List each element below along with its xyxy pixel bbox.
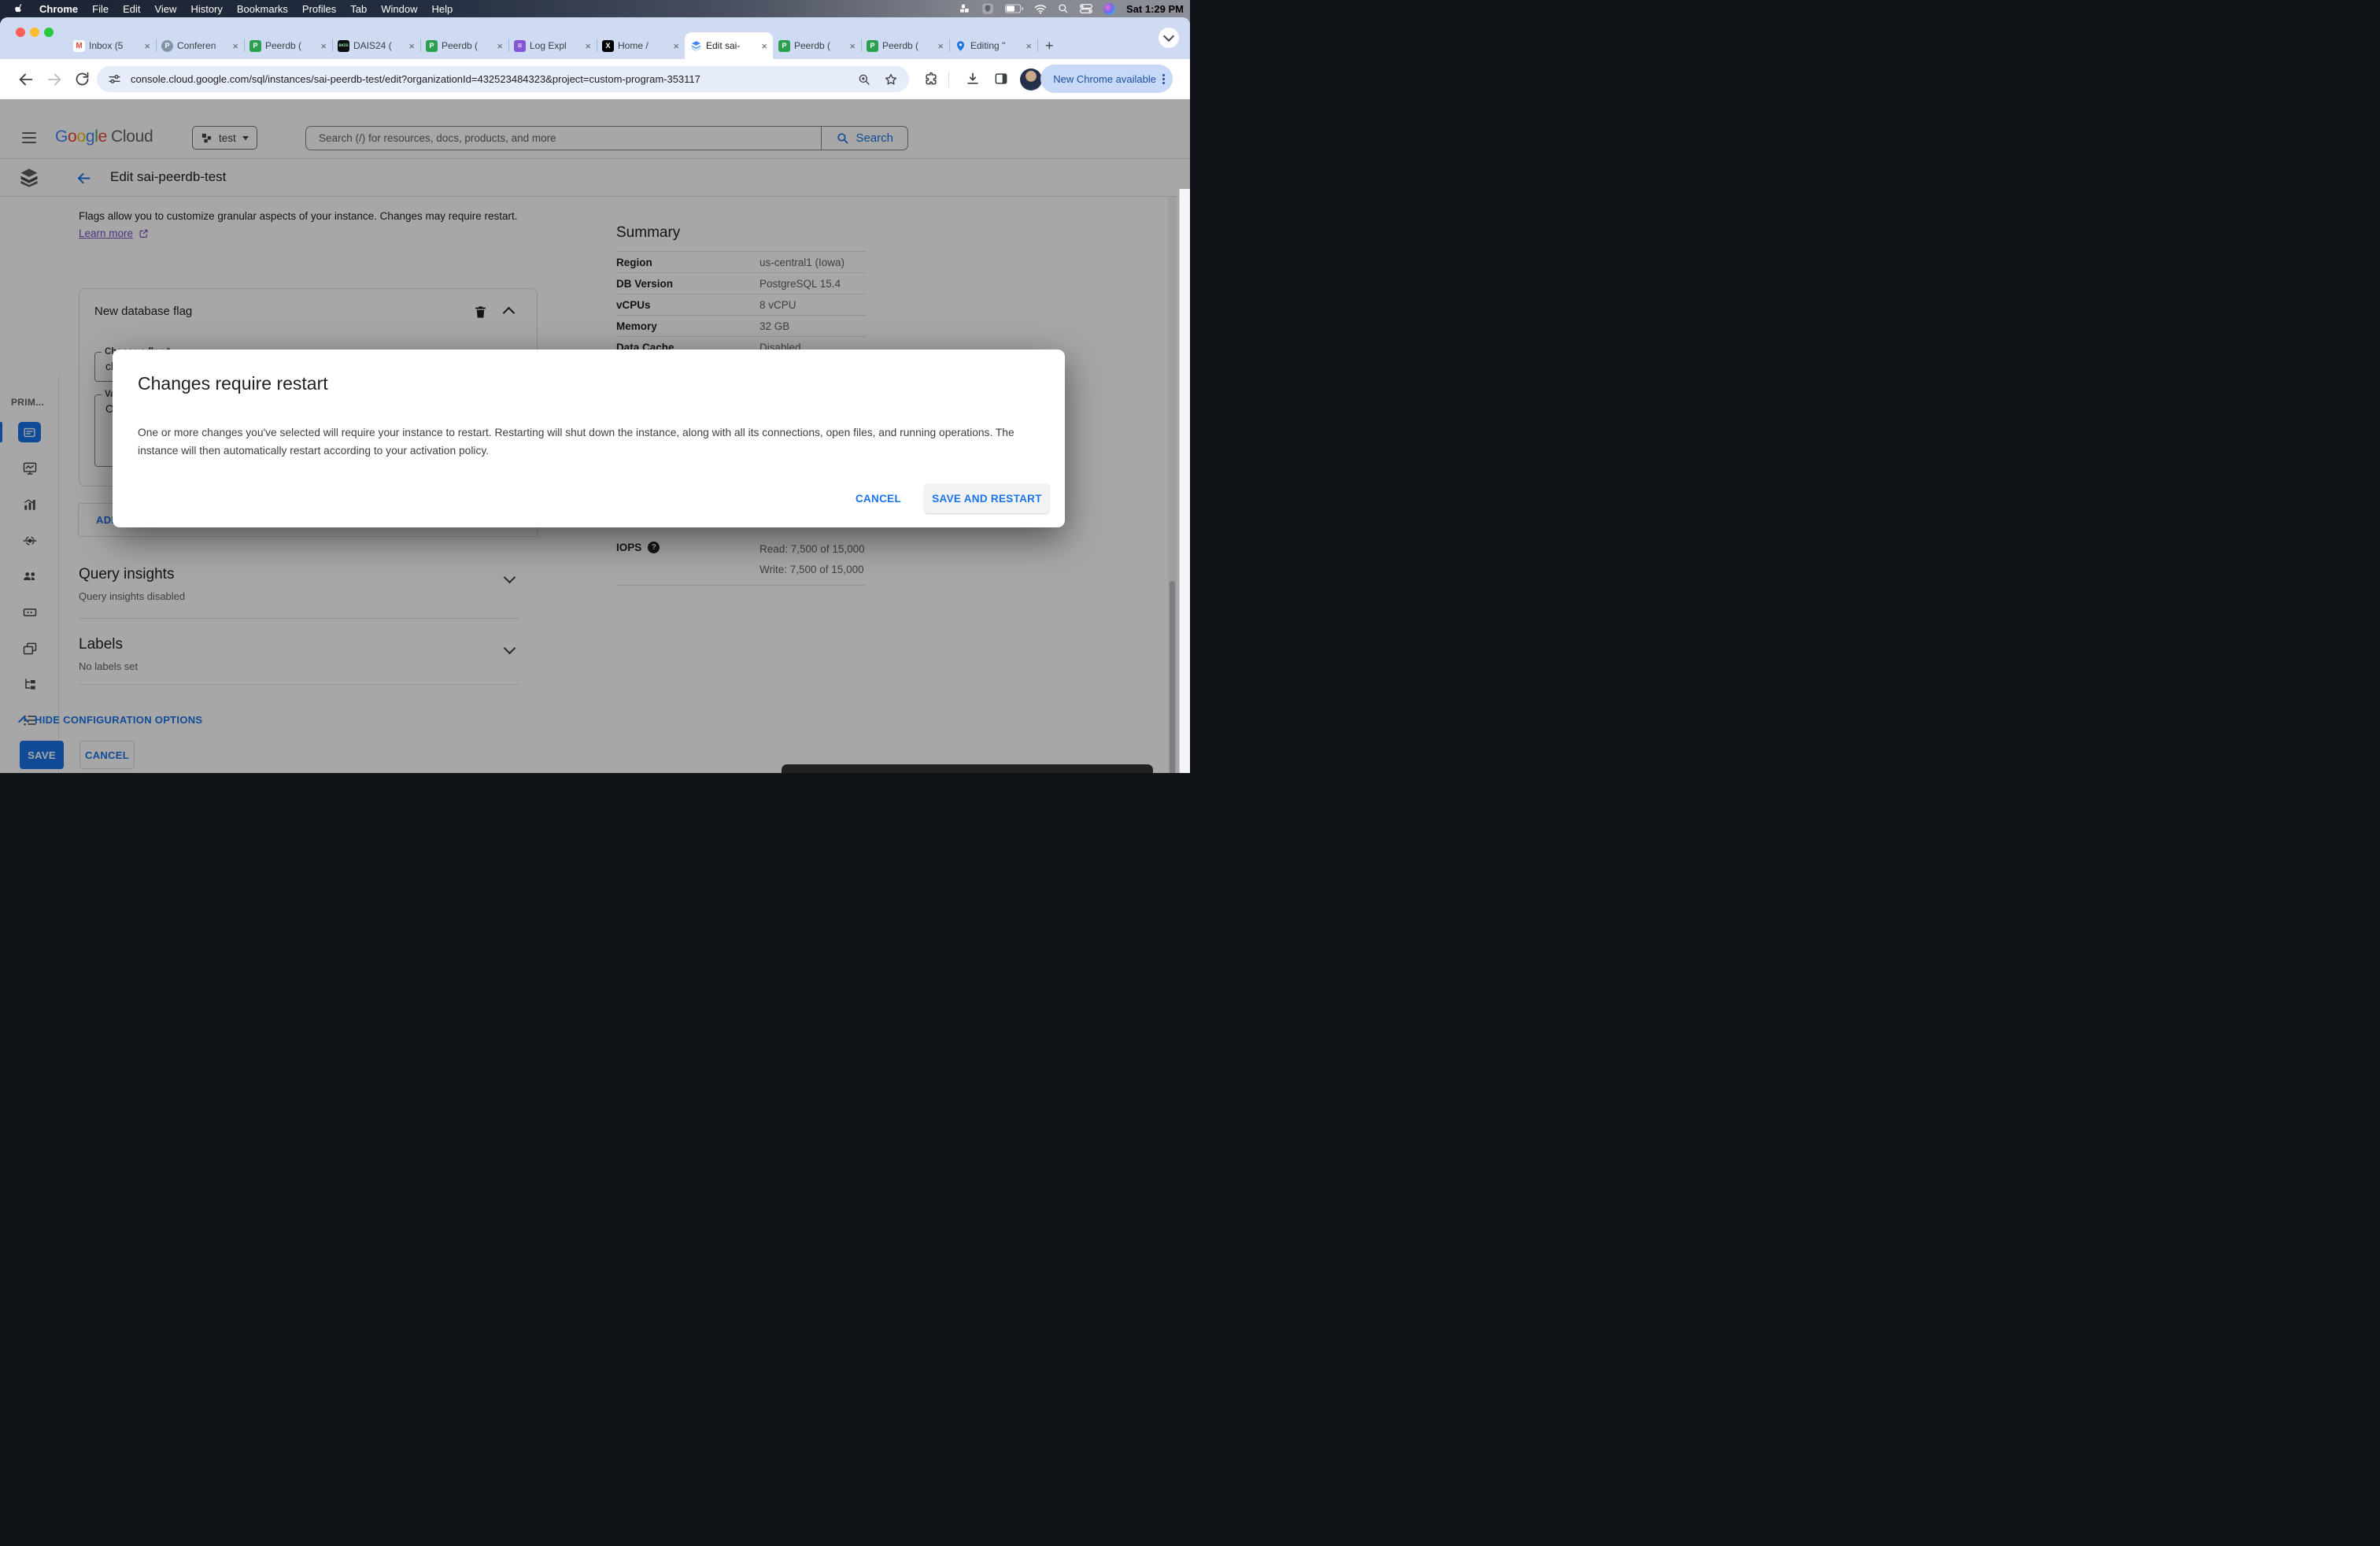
menubar-clock[interactable]: Sat 1:29 PM xyxy=(1126,3,1184,15)
peerdb-favicon: P xyxy=(867,39,878,52)
postgres-favicon: P xyxy=(161,39,173,52)
tab-close-icon[interactable]: × xyxy=(937,41,944,51)
tab-label: Log Expl xyxy=(530,40,567,51)
stage-manager-icon[interactable] xyxy=(959,3,970,14)
dialog-actions: CANCEL SAVE AND RESTART xyxy=(856,483,1049,513)
tab-x-home[interactable]: X Home / × xyxy=(597,32,686,59)
menu-edit[interactable]: Edit xyxy=(116,0,147,17)
chevron-down-icon xyxy=(1162,30,1175,43)
tab-close-icon[interactable]: × xyxy=(585,41,591,51)
tab-conference[interactable]: P Conferen × xyxy=(156,32,245,59)
tab-label: Peerdb ( xyxy=(882,40,919,51)
wifi-icon xyxy=(1034,4,1047,14)
logs-favicon: ≡ xyxy=(514,39,526,52)
spotlight-icon[interactable] xyxy=(1058,3,1069,14)
tab-peerdb-1[interactable]: P Peerdb ( × xyxy=(244,32,333,59)
tab-edit-sai-active[interactable]: Edit sai- × xyxy=(685,32,773,59)
screen: Chrome File Edit View History Bookmarks … xyxy=(0,0,1190,773)
menu-file[interactable]: File xyxy=(85,0,116,17)
menu-profiles[interactable]: Profiles xyxy=(295,0,343,17)
dialog-body: One or more changes you've selected will… xyxy=(138,427,1014,457)
bookmark-star-icon[interactable] xyxy=(884,72,898,87)
tab-close-icon[interactable]: × xyxy=(232,41,238,51)
traffic-close[interactable] xyxy=(16,28,25,37)
tab-label: Conferen xyxy=(177,40,216,51)
back-button[interactable] xyxy=(17,71,35,88)
tab-strip: M Inbox (5 × P Conferen × P Peerdb ( × D… xyxy=(0,17,1190,59)
toolbar-divider xyxy=(948,72,949,87)
tab-label: Editing " xyxy=(970,40,1006,51)
tabs: M Inbox (5 × P Conferen × P Peerdb ( × D… xyxy=(68,32,1054,59)
tab-label: Inbox (5 xyxy=(89,40,124,51)
menubar-status: Sat 1:29 PM xyxy=(959,0,1184,17)
tab-close-icon[interactable]: × xyxy=(849,41,856,51)
peerdb-favicon: P xyxy=(778,39,790,52)
dialog-cancel-button[interactable]: CANCEL xyxy=(856,493,901,505)
tab-search-button[interactable] xyxy=(1159,28,1179,48)
tab-close-icon[interactable]: × xyxy=(144,41,150,51)
browser-menu-icon[interactable] xyxy=(1162,73,1165,84)
tab-label: Peerdb ( xyxy=(794,40,831,51)
control-center-icon[interactable] xyxy=(1080,4,1092,13)
tab-label: DAIS24 ( xyxy=(353,40,392,51)
tab-close-icon[interactable]: × xyxy=(320,41,327,51)
tab-label: Home / xyxy=(618,40,649,51)
tab-inbox[interactable]: M Inbox (5 × xyxy=(68,32,157,59)
traffic-minimize[interactable] xyxy=(30,28,39,37)
dais-favicon: DAIS xyxy=(338,39,349,52)
x-favicon: X xyxy=(602,39,614,52)
peerdb-favicon: P xyxy=(249,39,261,52)
tab-close-icon[interactable]: × xyxy=(673,41,679,51)
gmail-favicon: M xyxy=(73,39,85,52)
side-panel-icon[interactable] xyxy=(993,71,1009,87)
tab-log-explorer[interactable]: ≡ Log Expl × xyxy=(508,32,597,59)
tab-label: Edit sai- xyxy=(706,40,741,51)
site-settings-icon[interactable] xyxy=(108,72,121,86)
reload-button[interactable] xyxy=(74,71,91,87)
menu-window[interactable]: Window xyxy=(374,0,424,17)
forward-button[interactable] xyxy=(46,71,63,88)
tab-peerdb-2[interactable]: P Peerdb ( × xyxy=(420,32,509,59)
background-dock-bar xyxy=(782,764,1153,773)
url-text[interactable]: console.cloud.google.com/sql/instances/s… xyxy=(131,73,700,85)
dialog-save-and-restart-button[interactable]: SAVE AND RESTART xyxy=(925,483,1049,513)
peerdb-favicon: P xyxy=(426,39,438,52)
menu-view[interactable]: View xyxy=(147,0,183,17)
menu-chrome[interactable]: Chrome xyxy=(32,0,85,17)
restart-dialog: Changes require restart One or more chan… xyxy=(113,350,1065,527)
extensions-icon[interactable] xyxy=(923,71,939,87)
menu-history[interactable]: History xyxy=(183,0,229,17)
menu-bookmarks[interactable]: Bookmarks xyxy=(230,0,295,17)
tab-close-icon[interactable]: × xyxy=(408,41,415,51)
menu-tab[interactable]: Tab xyxy=(343,0,374,17)
dialog-title: Changes require restart xyxy=(138,373,328,394)
pin-favicon xyxy=(956,40,965,51)
update-chip-label: New Chrome available xyxy=(1053,72,1156,85)
omnibox[interactable]: console.cloud.google.com/sql/instances/s… xyxy=(97,66,909,92)
tab-peerdb-4[interactable]: P Peerdb ( × xyxy=(861,32,950,59)
tab-close-icon[interactable]: × xyxy=(497,41,503,51)
tab-dais24[interactable]: DAIS DAIS24 ( × xyxy=(332,32,421,59)
new-tab-button[interactable]: + xyxy=(1045,38,1054,54)
tab-close-icon[interactable]: × xyxy=(1026,41,1032,51)
cloudsql-favicon xyxy=(691,40,701,51)
menu-help[interactable]: Help xyxy=(425,0,460,17)
browser-profile-avatar[interactable] xyxy=(1020,68,1042,91)
update-chrome-chip[interactable]: New Chrome available xyxy=(1040,65,1173,93)
shield-app-icon[interactable] xyxy=(981,2,994,15)
traffic-zoom[interactable] xyxy=(44,28,54,37)
apple-menu[interactable] xyxy=(0,0,32,17)
zoom-icon[interactable] xyxy=(857,72,871,87)
battery-icon xyxy=(1005,4,1024,13)
background-window-edge xyxy=(1179,189,1190,773)
tab-peerdb-3[interactable]: P Peerdb ( × xyxy=(773,32,862,59)
tab-editing[interactable]: Editing " × xyxy=(949,32,1038,59)
tab-close-icon[interactable]: × xyxy=(761,41,767,51)
download-icon[interactable] xyxy=(965,71,981,87)
siri-icon[interactable] xyxy=(1103,2,1116,15)
tab-label: Peerdb ( xyxy=(265,40,302,51)
apple-icon xyxy=(15,4,22,13)
tab-label: Peerdb ( xyxy=(442,40,479,51)
